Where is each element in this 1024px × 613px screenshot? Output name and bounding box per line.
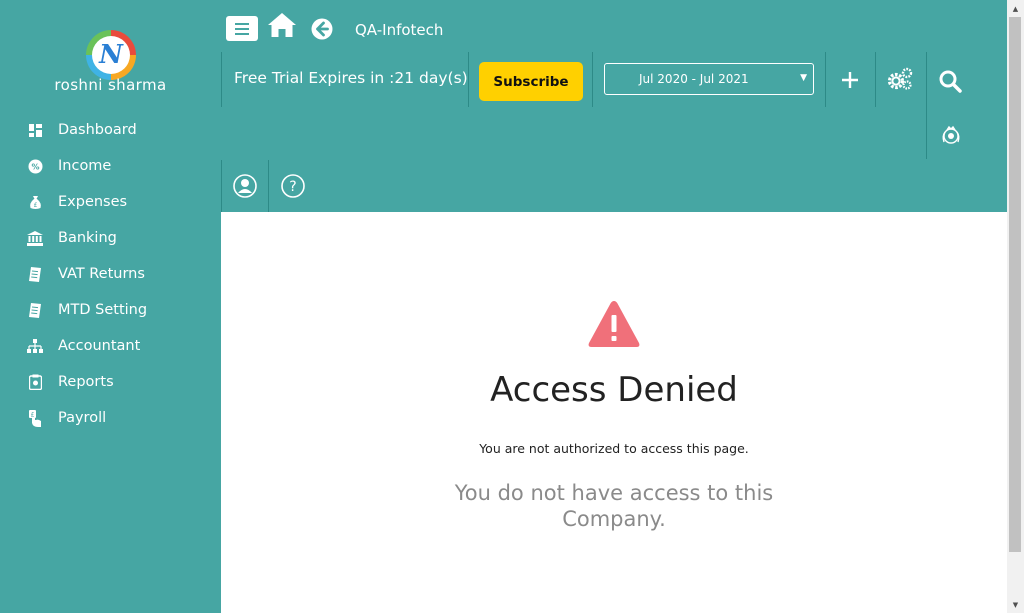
menu-toggle-button[interactable]: [226, 16, 258, 41]
receipt-icon: [27, 302, 43, 318]
company-name[interactable]: QA-Infotech: [355, 21, 443, 39]
sidebar-item-label: Income: [58, 158, 112, 174]
svg-text:£: £: [31, 411, 35, 418]
divider: [926, 107, 927, 159]
clipboard-icon: [27, 374, 43, 390]
vertical-scrollbar[interactable]: ▲ ▼: [1007, 0, 1024, 613]
user-profile-icon[interactable]: [233, 174, 257, 198]
divider: [926, 52, 927, 107]
sidebar-item-label: Payroll: [58, 410, 107, 426]
sidebar-item-label: MTD Setting: [58, 302, 148, 318]
hand-money-icon: £: [27, 409, 43, 427]
divider: [825, 52, 826, 107]
help-icon[interactable]: ?: [281, 174, 305, 198]
search-icon[interactable]: [937, 68, 963, 94]
divider: [268, 160, 269, 212]
sidebar-item-label: Reports: [58, 374, 114, 390]
sidebar-item-label: VAT Returns: [58, 266, 145, 282]
divider: [221, 160, 222, 212]
sidebar-item-label: Banking: [58, 230, 117, 246]
warning-icon: [587, 299, 641, 353]
divider: [221, 52, 222, 107]
sidebar-item-vat-returns[interactable]: VAT Returns: [0, 256, 221, 292]
subscribe-button[interactable]: Subscribe: [479, 62, 583, 101]
settings-gears-icon[interactable]: [885, 64, 915, 94]
divider: [875, 52, 876, 107]
error-message: You are not authorized to access this pa…: [479, 441, 749, 456]
receipt-icon: [27, 266, 43, 282]
user-name: roshni sharma: [54, 76, 167, 94]
period-select-value: Jul 2020 - Jul 2021: [639, 72, 749, 86]
sidebar-item-dashboard[interactable]: Dashboard: [0, 112, 221, 148]
sidebar-item-income[interactable]: % Income: [0, 148, 221, 184]
svg-text:%: %: [31, 162, 39, 171]
scrollbar-thumb[interactable]: [1009, 17, 1021, 552]
sidebar-item-payroll[interactable]: £ Payroll: [0, 400, 221, 436]
period-select[interactable]: Jul 2020 - Jul 2021 ▼: [604, 63, 814, 95]
sidebar-item-mtd-setting[interactable]: MTD Setting: [0, 292, 221, 328]
trial-expiry-text: Free Trial Expires in :21 day(s): [234, 69, 468, 87]
add-icon[interactable]: [838, 68, 862, 92]
sidebar-item-reports[interactable]: Reports: [0, 364, 221, 400]
sidebar-item-expenses[interactable]: £ Expenses: [0, 184, 221, 220]
sidebar-item-banking[interactable]: Banking: [0, 220, 221, 256]
government-crest-icon[interactable]: [939, 123, 963, 147]
svg-text:?: ?: [289, 179, 296, 195]
main-content: Access Denied You are not authorized to …: [221, 212, 1007, 613]
divider: [592, 52, 593, 107]
top-bar: QA-Infotech Free Trial Expires in :21 da…: [221, 0, 1007, 212]
scroll-down-icon[interactable]: ▼: [1007, 596, 1024, 613]
error-submessage: You do not have access to this Company.: [454, 481, 774, 531]
bank-icon: [27, 230, 43, 246]
app-logo[interactable]: N: [86, 30, 136, 80]
sidebar-item-accountant[interactable]: Accountant: [0, 328, 221, 364]
sidebar: N roshni sharma Dashboard % Income £ Exp…: [0, 0, 221, 613]
sidebar-item-label: Dashboard: [58, 122, 137, 138]
home-icon[interactable]: [267, 12, 297, 42]
sidebar-nav: Dashboard % Income £ Expenses Banking VA…: [0, 112, 221, 436]
hierarchy-icon: [27, 338, 43, 354]
divider: [468, 52, 469, 107]
money-bag-icon: £: [27, 194, 43, 210]
chevron-down-icon: ▼: [800, 73, 807, 83]
back-arrow-icon[interactable]: [311, 18, 333, 44]
sidebar-item-label: Expenses: [58, 194, 128, 210]
page-title: Access Denied: [490, 370, 738, 410]
percent-icon: %: [27, 158, 43, 174]
scroll-up-icon[interactable]: ▲: [1007, 0, 1024, 17]
svg-text:£: £: [33, 202, 37, 209]
dashboard-icon: [27, 122, 43, 138]
sidebar-item-label: Accountant: [58, 338, 141, 354]
